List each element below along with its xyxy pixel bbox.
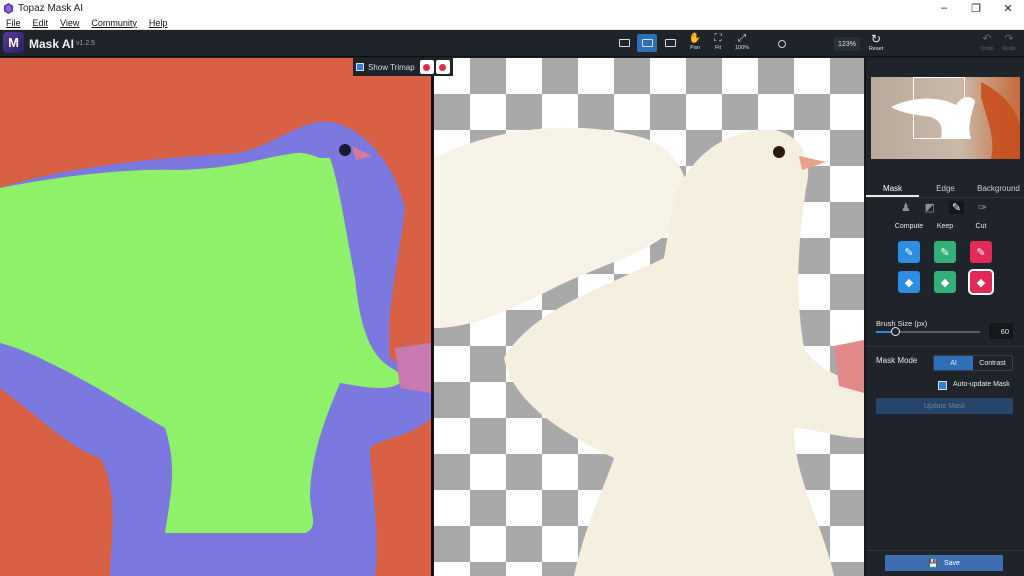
trimap-settings-button[interactable] [435,60,450,74]
auto-update-checkbox[interactable] [938,381,947,390]
window-title-bar: Topaz Mask AI – ❐ ✕ [0,0,1024,16]
app-icon [3,2,14,14]
pan-tool[interactable]: ✋ Pan [684,33,706,55]
view-side-by-side-button[interactable] [660,34,680,52]
brush-size-label: Brush Size (px) [876,319,928,328]
menu-file[interactable]: File [0,18,27,28]
fit-label: Fit [714,45,722,51]
pan-label: Pan [690,45,700,51]
undo-icon: ↶ [982,33,992,45]
auto-update-label: Auto-update Mask [953,381,1010,388]
menu-community[interactable]: Community [85,18,143,28]
navigator-viewport[interactable] [913,77,965,139]
masked-dove [434,127,864,576]
fit-icon: ⛶ [714,33,722,44]
keep-brush-button[interactable]: ✎ [934,241,956,263]
bird-eye [339,144,351,156]
person-select-icon[interactable]: ♟ [901,201,911,214]
save-icon: 💾 [928,558,938,568]
hand-icon: ✋ [688,33,702,44]
zoom-slider-handle[interactable] [778,40,786,48]
compute-brush-button[interactable]: ✎ [898,241,920,263]
split-view-icon [641,39,653,47]
eyedropper-icon[interactable]: ✑ [978,201,987,214]
brush-grid: ✎ ✎ ✎ ◆ ◆ ◆ [898,241,994,295]
tabs-divider [866,197,1024,198]
trimap-settings-icon [439,63,447,71]
undo-button[interactable]: ↶ Undo [978,33,996,55]
trimap-color-icon [423,63,431,71]
minimize-button[interactable]: – [928,0,960,16]
mask-ai-logo: M [3,32,24,53]
cut-brush-button[interactable]: ✎ [970,241,992,263]
menu-bar: File Edit View Community Help [0,16,1024,30]
nav-leaves [981,82,1020,159]
brush-columns: Compute Keep Cut [892,223,998,230]
mask-mode-ai[interactable]: AI [934,356,973,370]
redo-button[interactable]: ↷ Redo [1000,33,1018,55]
preview-view[interactable] [434,58,864,576]
tab-edge[interactable]: Edge [919,181,972,197]
menu-edit[interactable]: Edit [27,18,55,28]
redo-icon: ↷ [1004,33,1014,45]
view-split-button[interactable] [637,34,657,52]
eraser-icon[interactable]: ◩ [925,201,935,214]
brush-icon[interactable]: ✎ [948,201,965,214]
dove-beak [799,156,826,170]
window-title: Topaz Mask AI [18,2,84,14]
zoom-100-icon: ⤢ [738,33,746,44]
show-trimap-checkbox[interactable] [356,63,364,71]
app-name: Mask AI [29,37,74,51]
menu-help[interactable]: Help [143,18,174,28]
zoom-level[interactable]: 123% [834,37,860,51]
show-trimap-label: Show Trimap [368,62,415,72]
maximize-button[interactable]: ❐ [960,0,992,16]
reset-label: Reset [868,46,884,52]
brush-size-handle[interactable] [891,327,900,336]
mask-mode-contrast[interactable]: Contrast [973,356,1012,370]
compute-fill-button[interactable]: ◆ [898,271,920,293]
save-bar: 💾 Save [866,550,1024,576]
cut-fill-button[interactable]: ◆ [968,269,994,295]
panel-tabs: Mask Edge Background [866,181,1024,197]
bird-feet [395,343,431,393]
compute-column-label: Compute [894,223,924,230]
reset-button[interactable]: ↻ Reset [866,33,886,55]
navigator-thumbnail[interactable] [871,77,1020,159]
side-by-side-view-icon [664,39,676,47]
fit-tool[interactable]: ⛶ Fit [707,33,729,55]
trimap-view[interactable] [0,58,431,576]
redo-label: Redo [1002,46,1016,52]
view-single-button[interactable] [614,34,634,52]
dove-eye [773,146,785,158]
menu-view[interactable]: View [54,18,85,28]
keep-column-label: Keep [936,223,954,230]
panel-divider [866,346,1024,347]
mask-mode-toggle: AI Contrast [933,355,1013,371]
tab-mask[interactable]: Mask [866,181,919,197]
save-button[interactable]: 💾 Save [885,555,1003,571]
update-mask-button[interactable]: Update Mask [876,398,1013,414]
reset-icon: ↻ [870,32,882,46]
zoom-100-tool[interactable]: ⤢ 100% [731,33,753,55]
single-view-icon [618,39,630,47]
zoom-100-label: 100% [734,45,750,51]
mask-tool-selector: ♟ ◩ ✎ ✑ [894,201,994,214]
save-label: Save [944,559,960,567]
mask-mode-label: Mask Mode [876,356,918,365]
keep-fill-button[interactable]: ◆ [934,271,956,293]
image-canvas[interactable] [0,58,864,576]
undo-label: Undo [980,46,994,52]
trimap-color-button[interactable] [419,60,434,74]
app-version: v1.2.5 [76,40,96,47]
trimap-toolbar: Show Trimap [353,58,453,76]
close-button[interactable]: ✕ [992,0,1024,16]
brush-size-input[interactable]: 60 [989,323,1013,339]
tab-background[interactable]: Background [972,181,1024,197]
trimap-overlay [0,121,431,576]
cut-column-label: Cut [975,223,987,230]
right-panel: Mask Edge Background ♟ ◩ ✎ ✑ Compute Kee… [865,58,1024,576]
